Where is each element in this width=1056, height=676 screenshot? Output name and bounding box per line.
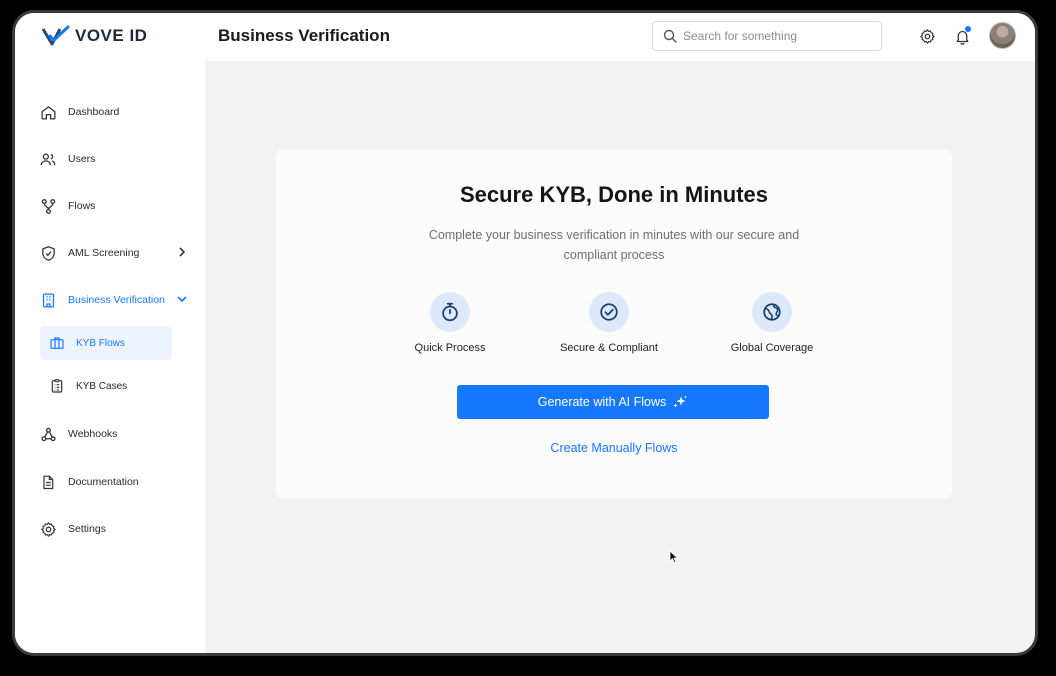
feature-global-coverage: Global Coverage [702, 292, 842, 354]
home-icon [39, 103, 57, 121]
chevron-down-icon [175, 292, 189, 309]
flows-icon [39, 197, 57, 215]
app-window: VOVE ID Business Verification Search for… [12, 10, 1038, 656]
sidebar-subitem-kyb-cases[interactable]: KYB Cases [40, 369, 172, 403]
sidebar-item-label: Documentation [68, 476, 139, 488]
top-header: VOVE ID Business Verification [15, 13, 1035, 61]
mouse-cursor-icon [669, 550, 679, 564]
clipboard-icon [49, 378, 65, 394]
feature-label: Global Coverage [730, 342, 814, 354]
kyb-onboarding-card: Secure KYB, Done in Minutes Complete you… [276, 149, 952, 499]
users-icon [39, 150, 57, 168]
card-subtitle: Complete your business verification in m… [428, 228, 800, 262]
search-icon [663, 29, 677, 43]
settings-button[interactable] [917, 26, 937, 46]
globe-icon [752, 292, 792, 332]
notifications-button[interactable] [952, 26, 972, 46]
search-box[interactable] [652, 21, 882, 51]
sidebar-item-label: Flows [68, 200, 96, 212]
sidebar-item-label: Webhooks [68, 428, 118, 440]
sidebar-item-business-verification[interactable]: Business Verification [39, 287, 199, 313]
sidebar-item-label: Settings [68, 523, 106, 535]
sidebar-subitem-kyb-flows[interactable]: KYB Flows [40, 326, 172, 360]
vove-logo-icon [41, 25, 70, 46]
button-label: Generate with AI Flows [537, 395, 667, 409]
generate-ai-flows-button[interactable]: Generate with AI Flows [457, 385, 769, 419]
sidebar-item-label: AML Screening [68, 247, 140, 259]
briefcase-icon [49, 335, 65, 351]
sidebar-item-flows[interactable]: Flows [39, 193, 199, 219]
logo[interactable]: VOVE ID [41, 25, 147, 47]
page-title: Business Verification [218, 26, 390, 45]
chevron-right-icon [175, 245, 189, 262]
sidebar-item-webhooks[interactable]: Webhooks [39, 421, 199, 447]
building-icon [39, 291, 57, 309]
sidebar-item-label: Users [68, 153, 96, 165]
gear-icon [919, 28, 935, 44]
feature-quick-process: Quick Process [380, 292, 520, 354]
sparkle-icon [673, 396, 687, 408]
gear-icon [39, 520, 57, 538]
feature-label: Secure & Compliant [560, 342, 658, 354]
feature-secure-compliant: Secure & Compliant [539, 292, 679, 354]
sidebar-item-label: Business Verification [68, 294, 165, 306]
sidebar-item-settings[interactable]: Settings [39, 516, 199, 542]
sidebar-subitem-label: KYB Cases [76, 380, 128, 392]
sidebar-item-users[interactable]: Users [39, 146, 199, 172]
feature-label: Quick Process [414, 342, 486, 354]
sidebar-item-label: Dashboard [68, 106, 120, 118]
sidebar: Dashboard Users Flows AML Screening Busi… [15, 61, 205, 653]
sidebar-item-documentation[interactable]: Documentation [39, 469, 199, 495]
document-icon [39, 473, 57, 491]
brand-name: VOVE ID [75, 26, 148, 45]
sidebar-item-aml-screening[interactable]: AML Screening [39, 240, 199, 266]
sidebar-item-dashboard[interactable]: Dashboard [39, 99, 199, 125]
notification-dot [965, 26, 971, 32]
shield-icon [39, 244, 57, 262]
stopwatch-icon [430, 292, 470, 332]
card-title: Secure KYB, Done in Minutes [459, 182, 769, 207]
create-manually-flows-link[interactable]: Create Manually Flows [276, 441, 952, 455]
avatar[interactable] [989, 22, 1016, 49]
sidebar-subitem-label: KYB Flows [76, 337, 125, 349]
search-input[interactable] [683, 29, 863, 43]
webhook-icon [39, 425, 57, 443]
check-circle-icon [589, 292, 629, 332]
